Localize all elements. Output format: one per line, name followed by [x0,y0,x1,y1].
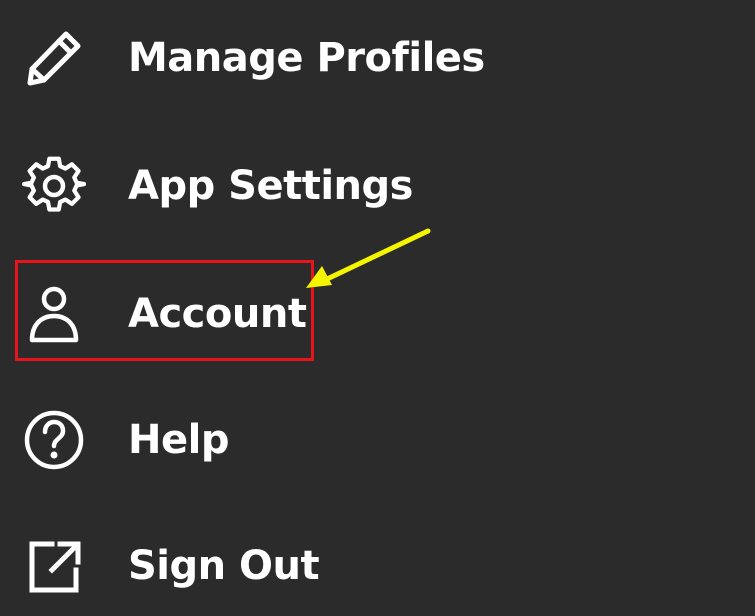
menu-item-label: Sign Out [128,543,320,589]
menu-item-help[interactable]: Help [0,390,755,490]
menu-item-label: Manage Profiles [128,35,485,81]
menu-item-label: Help [128,417,229,463]
settings-menu: Manage Profiles App Settings Account Hel… [0,0,755,605]
menu-item-label: Account [128,291,307,337]
person-icon [22,282,86,346]
gear-icon [22,154,86,218]
external-link-icon [22,534,86,598]
menu-item-app-settings[interactable]: App Settings [0,136,755,236]
pencil-icon [22,26,86,90]
menu-item-sign-out[interactable]: Sign Out [0,516,755,616]
help-circle-icon [22,408,86,472]
menu-item-account[interactable]: Account [0,264,755,364]
menu-item-manage-profiles[interactable]: Manage Profiles [0,8,755,108]
menu-item-label: App Settings [128,163,413,209]
